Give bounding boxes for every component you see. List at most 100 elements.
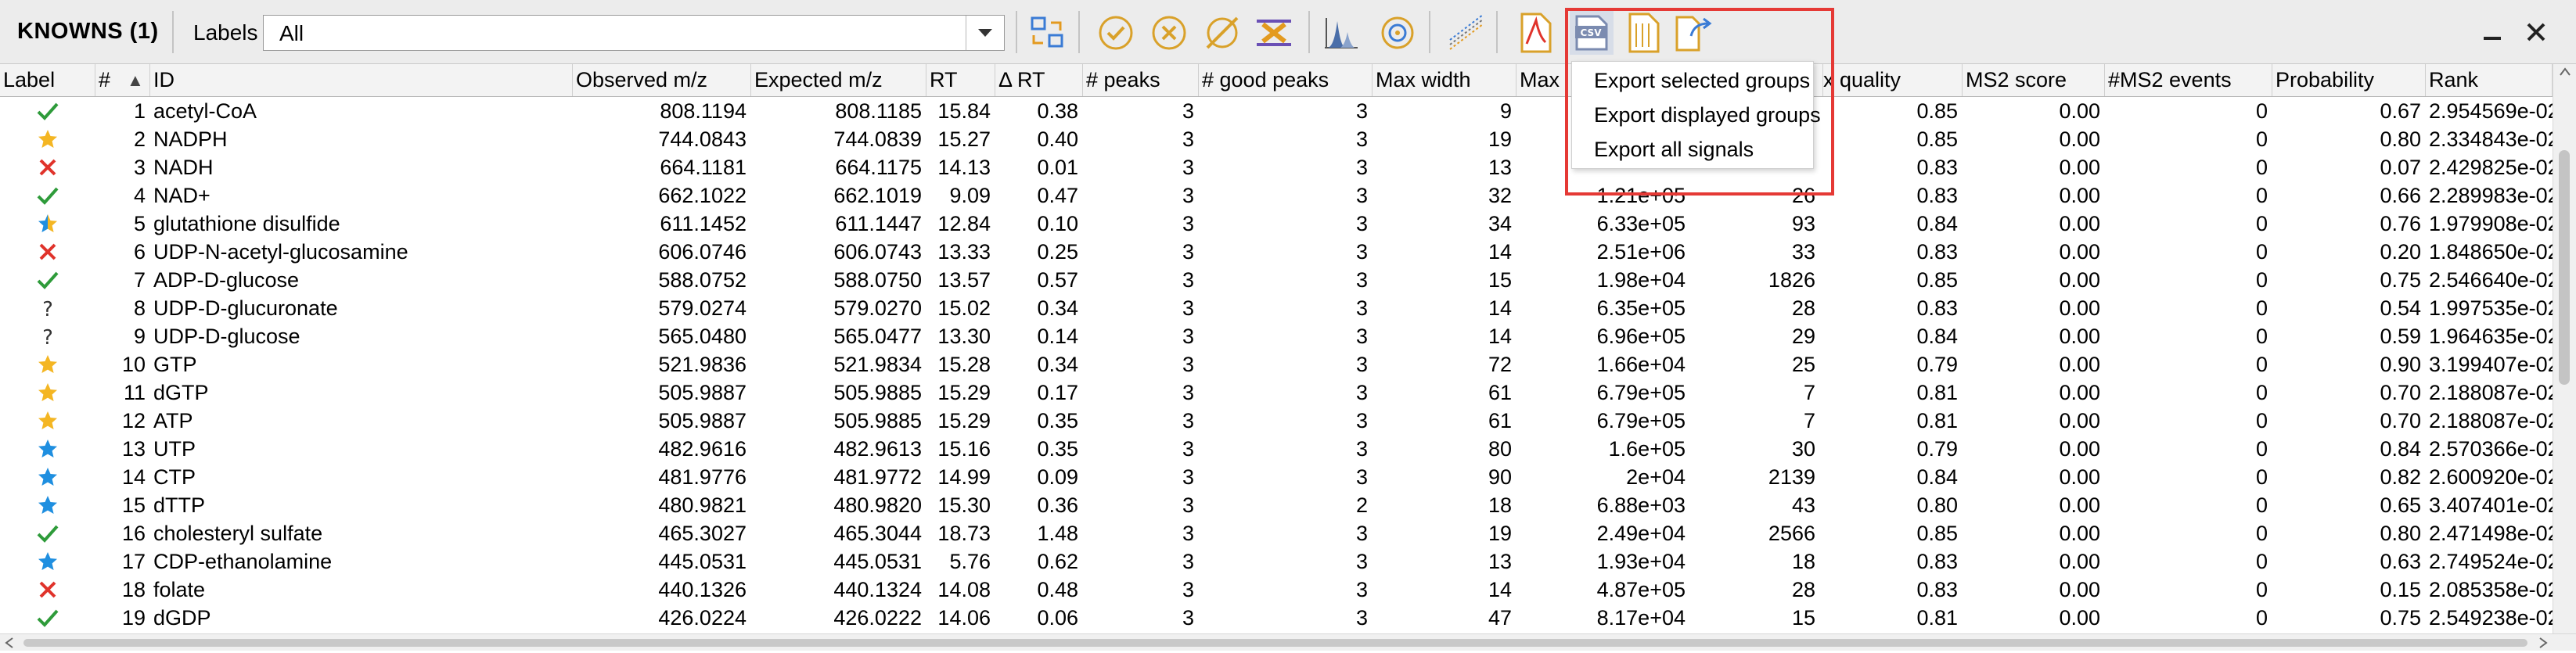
table-row[interactable]: 5 glutathione disulfide 611.1452 611.1447 12…: [0, 210, 2553, 238]
good-check-icon[interactable]: [36, 522, 59, 544]
unmark-icon[interactable]: [1200, 11, 1244, 55]
table-row[interactable]: 1 acetyl-CoA 808.1194 808.1185 15.84 0.38 3 3 9 0…: [0, 97, 2553, 125]
chevron-down-icon[interactable]: [966, 16, 1004, 50]
table-row[interactable]: 10 GTP 521.9836 521.9834 15.28 0.34 3 3 72 1.66e+…: [0, 350, 2553, 379]
gold-star-icon[interactable]: [37, 128, 59, 150]
label-icon-cell[interactable]: [0, 379, 95, 407]
gold-star-icon[interactable]: [37, 382, 59, 404]
close-icon[interactable]: [2517, 13, 2556, 52]
col-header-rank[interactable]: Rank: [2426, 64, 2553, 96]
table-row[interactable]: 4 NAD+ 662.1022 662.1019 9.09 0.47 3 3 32 1.21e+0…: [0, 181, 2553, 210]
mixed-star-icon[interactable]: [37, 213, 59, 235]
table-row[interactable]: ? 9 UDP-D-glucose 565.0480 565.0477 13.30 0.14…: [0, 322, 2553, 350]
label-icon-cell[interactable]: [0, 463, 95, 491]
minimize-icon[interactable]: [2473, 13, 2512, 52]
gold-star-icon[interactable]: [37, 353, 59, 375]
scroll-up-icon[interactable]: [2553, 67, 2576, 88]
pdf-export-icon[interactable]: [1513, 11, 1557, 55]
col-header-number[interactable]: # ▲: [95, 64, 150, 96]
label-icon-cell[interactable]: [0, 266, 95, 294]
table-row[interactable]: 15 dTTP 480.9821 480.9820 15.30 0.36 3 2 18 6.88e…: [0, 491, 2553, 519]
table-row[interactable]: 18 folate 440.1326 440.1324 14.08 0.48 3 3 14 4.8…: [0, 576, 2553, 604]
label-icon-cell[interactable]: [0, 519, 95, 547]
blue-star-icon[interactable]: [37, 438, 59, 460]
label-icon-cell[interactable]: [0, 435, 95, 463]
col-header-expected-mz[interactable]: Expected m/z: [751, 64, 926, 96]
labels-filter-select[interactable]: All: [263, 15, 1005, 51]
label-icon-cell[interactable]: [0, 604, 95, 632]
mark-bad-icon[interactable]: [1147, 11, 1191, 55]
table-row[interactable]: 19 dGDP 426.0224 426.0222 14.06 0.06 3 3 47 8.17e…: [0, 604, 2553, 632]
good-check-icon[interactable]: [36, 269, 59, 291]
blue-star-icon[interactable]: [37, 551, 59, 572]
label-icon-cell[interactable]: [0, 491, 95, 519]
label-icon-cell[interactable]: [0, 125, 95, 153]
table-row[interactable]: ? 8 UDP-D-glucuronate 579.0274 579.0270 15.02…: [0, 294, 2553, 322]
clear-all-icon[interactable]: [1252, 11, 1296, 55]
horizontal-scroll-thumb[interactable]: [23, 639, 2527, 647]
csv-export-icon[interactable]: CSV: [1570, 11, 1614, 55]
col-header-label[interactable]: Label: [0, 64, 95, 96]
question-mark-icon[interactable]: ?: [38, 325, 57, 347]
good-check-icon[interactable]: [36, 185, 59, 206]
col-header-probability[interactable]: Probability: [2272, 64, 2426, 96]
col-header-peaks[interactable]: # peaks: [1083, 64, 1199, 96]
table-row[interactable]: 17 CDP-ethanolamine 445.0531 445.0531 5.76 0.…: [0, 547, 2553, 576]
table-row[interactable]: 2 NADPH 744.0843 744.0839 15.27 0.40 3 3 19 0.85 0…: [0, 125, 2553, 153]
label-icon-cell[interactable]: [0, 547, 95, 576]
label-icon-cell[interactable]: [0, 153, 95, 181]
share-export-icon[interactable]: [1671, 11, 1715, 55]
col-header-rt[interactable]: RT: [926, 64, 995, 96]
col-header-quality[interactable]: x quality: [1823, 64, 1963, 96]
label-icon-cell[interactable]: ?: [0, 294, 95, 322]
label-icon-cell[interactable]: [0, 576, 95, 604]
label-icon-cell[interactable]: ?: [0, 322, 95, 350]
blue-star-icon[interactable]: [37, 494, 59, 516]
table-row[interactable]: 12 ATP 505.9887 505.9885 15.29 0.35 3 3 61 6.79e+…: [0, 407, 2553, 435]
label-icon-cell[interactable]: [0, 350, 95, 379]
menu-item-export-displayed-groups[interactable]: Export displayed groups: [1572, 98, 1821, 132]
label-icon-cell[interactable]: [0, 181, 95, 210]
col-header-ms2-score[interactable]: MS2 score: [1963, 64, 2105, 96]
col-header-observed-mz[interactable]: Observed m/z: [573, 64, 751, 96]
table-row[interactable]: 14 CTP 481.9776 481.9772 14.99 0.09 3 3 90 2e+04 2…: [0, 463, 2553, 491]
isotope-icon[interactable]: [1376, 11, 1419, 55]
probability-cell: 0.54: [2380, 296, 2421, 320]
horizontal-scrollbar[interactable]: [0, 633, 2576, 651]
table-row[interactable]: 6 UDP-N-acetyl-glucosamine 606.0746 606.074…: [0, 238, 2553, 266]
eic-plot-icon[interactable]: [1319, 11, 1363, 55]
bad-cross-icon[interactable]: [37, 241, 59, 263]
table-row[interactable]: 13 UTP 482.9616 482.9613 15.16 0.35 3 3 80 1.6e+0…: [0, 435, 2553, 463]
label-icon-cell[interactable]: [0, 238, 95, 266]
max-count-cell: 25: [1791, 353, 1815, 376]
switch-view-icon[interactable]: [1025, 11, 1069, 55]
bad-cross-icon[interactable]: [37, 156, 59, 178]
label-icon-cell[interactable]: [0, 407, 95, 435]
spreadsheet-export-icon[interactable]: [1621, 11, 1665, 55]
vertical-scrollbar[interactable]: [2553, 64, 2576, 633]
label-icon-cell[interactable]: [0, 97, 95, 125]
table-row[interactable]: 16 cholesteryl sulfate 465.3027 465.3044 18.…: [0, 519, 2553, 547]
col-header-id[interactable]: ID: [150, 64, 573, 96]
blue-star-icon[interactable]: [37, 466, 59, 488]
question-mark-icon[interactable]: ?: [38, 297, 57, 319]
table-row[interactable]: 7 ADP-D-glucose 588.0752 588.0750 13.57 0.57 3…: [0, 266, 2553, 294]
col-header-good-peaks[interactable]: # good peaks: [1199, 64, 1373, 96]
mark-good-icon[interactable]: [1094, 11, 1138, 55]
vertical-scroll-thumb[interactable]: [2559, 150, 2570, 385]
col-header-delta-rt[interactable]: Δ RT: [995, 64, 1083, 96]
col-header-ms2-events[interactable]: #MS2 events: [2105, 64, 2272, 96]
bad-cross-icon[interactable]: [37, 579, 59, 601]
table-row[interactable]: 3 NADH 664.1181 664.1175 14.13 0.01 3 3 13 0.83 0.…: [0, 153, 2553, 181]
label-icon-cell[interactable]: [0, 210, 95, 238]
menu-item-export-selected-groups[interactable]: Export selected groups: [1572, 63, 1813, 98]
ms2-score-cell: 0.00: [2059, 353, 2100, 376]
compound-id-cell: dGTP: [153, 381, 209, 404]
good-check-icon[interactable]: [36, 607, 59, 629]
col-header-max-width[interactable]: Max width: [1373, 64, 1516, 96]
table-row[interactable]: 11 dGTP 505.9887 505.9885 15.29 0.17 3 3 61 6.79e…: [0, 379, 2553, 407]
menu-item-export-all-signals[interactable]: Export all signals: [1572, 132, 1813, 167]
gold-star-icon[interactable]: [37, 410, 59, 432]
dotted-plot-icon[interactable]: [1445, 11, 1488, 55]
good-check-icon[interactable]: [36, 100, 59, 122]
